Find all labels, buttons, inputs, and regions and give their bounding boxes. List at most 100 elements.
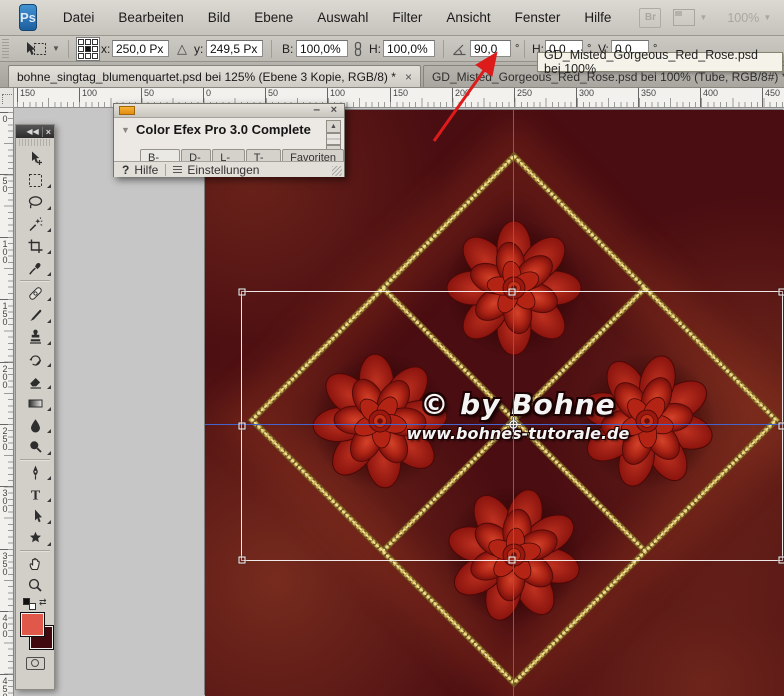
height-label: H: [369,36,381,61]
help-button[interactable]: Hilfe [134,163,158,177]
menu-filter[interactable]: Filter [380,1,434,35]
menu-auswahl[interactable]: Auswahl [305,1,380,35]
menu-ansicht[interactable]: Ansicht [434,1,502,35]
brush-tool[interactable] [16,304,54,326]
disclosure-triangle-icon[interactable]: ▼ [121,125,130,135]
handle-mid-left[interactable] [239,423,246,430]
y-position-field[interactable]: 249,5 Px [206,40,263,57]
zoom-level-control[interactable]: 100% [727,11,759,25]
category-tab[interactable]: L-S [212,149,244,161]
quick-mask-icon [31,659,39,667]
ruler-label: 250 [514,88,532,108]
zoom-tool[interactable] [16,574,54,596]
history-brush-tool[interactable] [16,348,54,370]
close-icon[interactable]: × [405,70,412,84]
chevron-down-icon[interactable]: ▼ [699,13,707,22]
close-icon[interactable]: × [42,127,51,137]
ruler-label: 350 [0,549,13,575]
ruler-label: 450 [762,88,780,108]
ruler-origin-box[interactable] [0,88,14,108]
drag-grip[interactable] [19,139,51,146]
healing-brush-tool[interactable] [16,282,54,304]
close-button[interactable]: × [331,104,337,116]
clone-stamp-tool[interactable] [16,326,54,348]
menu-datei[interactable]: Datei [51,1,107,35]
marquee-tool[interactable] [16,169,54,191]
menu-ebene[interactable]: Ebene [242,1,305,35]
panel-title-bar[interactable]: – × [114,104,344,118]
relative-position-toggle[interactable]: △ [177,36,187,61]
width-label: B: [282,36,293,61]
svg-text:T: T [30,488,40,503]
path-selection-tool[interactable] [16,505,54,527]
resize-grip[interactable] [332,166,342,176]
dodge-tool[interactable] [16,436,54,458]
menu-bearbeiten[interactable]: Bearbeiten [106,1,195,35]
panel-footer: ? Hilfe Einstellungen [114,161,344,177]
scroll-up-button[interactable]: ▲ [326,120,341,133]
drag-grip[interactable] [2,39,9,59]
hand-tool[interactable] [16,552,54,574]
handle-mid-right[interactable] [779,423,784,430]
handle-bottom-left[interactable] [239,557,246,564]
document-tab-blumenquartet[interactable]: bohne_singtag_blumenquartet.psd bei 125%… [8,65,421,87]
default-colors-control[interactable]: ⇄ [16,596,54,610]
ruler-label: 50 [0,174,13,192]
lasso-tool[interactable] [16,191,54,213]
move-tool[interactable] [16,147,54,169]
width-field[interactable]: 100,0% [296,40,348,57]
help-icon: ? [122,163,129,177]
annotation-arrow [424,44,508,148]
category-tab[interactable]: D-I [181,149,211,161]
settings-button[interactable]: Einstellungen [187,163,259,177]
link-dimensions-icon[interactable] [352,36,364,61]
chevron-down-icon[interactable]: ▼ [763,13,771,22]
chevron-down-icon[interactable]: ▼ [52,44,60,53]
menu-bild[interactable]: Bild [196,1,243,35]
launch-bridge-button[interactable]: Br [639,8,661,28]
scroll-thumb[interactable] [326,133,341,145]
ruler-label: 200 [0,362,13,388]
color-efex-pro-panel: – × ▼ Color Efex Pro 3.0 Complete ▲ ▼ B-… [113,103,345,177]
blur-tool[interactable] [16,414,54,436]
divider [524,40,525,58]
handle-top-center[interactable] [509,289,516,296]
eyedropper-tool[interactable] [16,257,54,279]
ruler-label: 0 [0,112,13,122]
category-tab[interactable]: Favoriten [282,149,344,161]
reference-point-locator[interactable] [76,36,100,61]
menu-fenster[interactable]: Fenster [503,1,573,35]
category-tab[interactable]: T-W [246,149,281,161]
tool-preset-picker[interactable]: ▼ [22,36,66,61]
swap-colors-icon[interactable]: ⇄ [39,597,47,608]
minimize-button[interactable]: – [313,102,320,116]
foreground-color-swatch[interactable] [20,612,45,637]
ruler-label: 150 [0,299,13,325]
ruler-label: 100 [79,88,97,108]
magic-wand-tool[interactable] [16,213,54,235]
divider [68,40,69,58]
crop-tool[interactable] [16,235,54,257]
menu-hilfe[interactable]: Hilfe [572,1,623,35]
pen-tool[interactable] [16,461,54,483]
color-swatches [16,610,54,654]
ruler-label: 350 [638,88,656,108]
handle-bottom-right[interactable] [779,557,784,564]
quick-mask-button[interactable] [16,654,54,672]
category-tab[interactable]: B-Du [140,149,180,161]
transform-reference-point[interactable] [505,416,522,433]
vertical-ruler[interactable]: 0 50 100 150 200 250 300 350 400 450 [0,108,14,696]
handle-top-right[interactable] [779,289,784,296]
panel-title: Color Efex Pro 3.0 Complete [136,122,311,137]
collapse-icon[interactable]: ◀◀ [26,127,38,136]
ruler-label: 300 [576,88,594,108]
shape-tool[interactable] [16,527,54,549]
arrange-documents-icon[interactable] [673,9,695,26]
eraser-tool[interactable] [16,370,54,392]
type-tool[interactable]: T [16,483,54,505]
x-position-field[interactable]: 250,0 Px [112,40,169,57]
tools-panel-header[interactable]: ◀◀ × [16,125,54,138]
handle-bottom-center[interactable] [509,557,516,564]
handle-top-left[interactable] [239,289,246,296]
gradient-tool[interactable] [16,392,54,414]
